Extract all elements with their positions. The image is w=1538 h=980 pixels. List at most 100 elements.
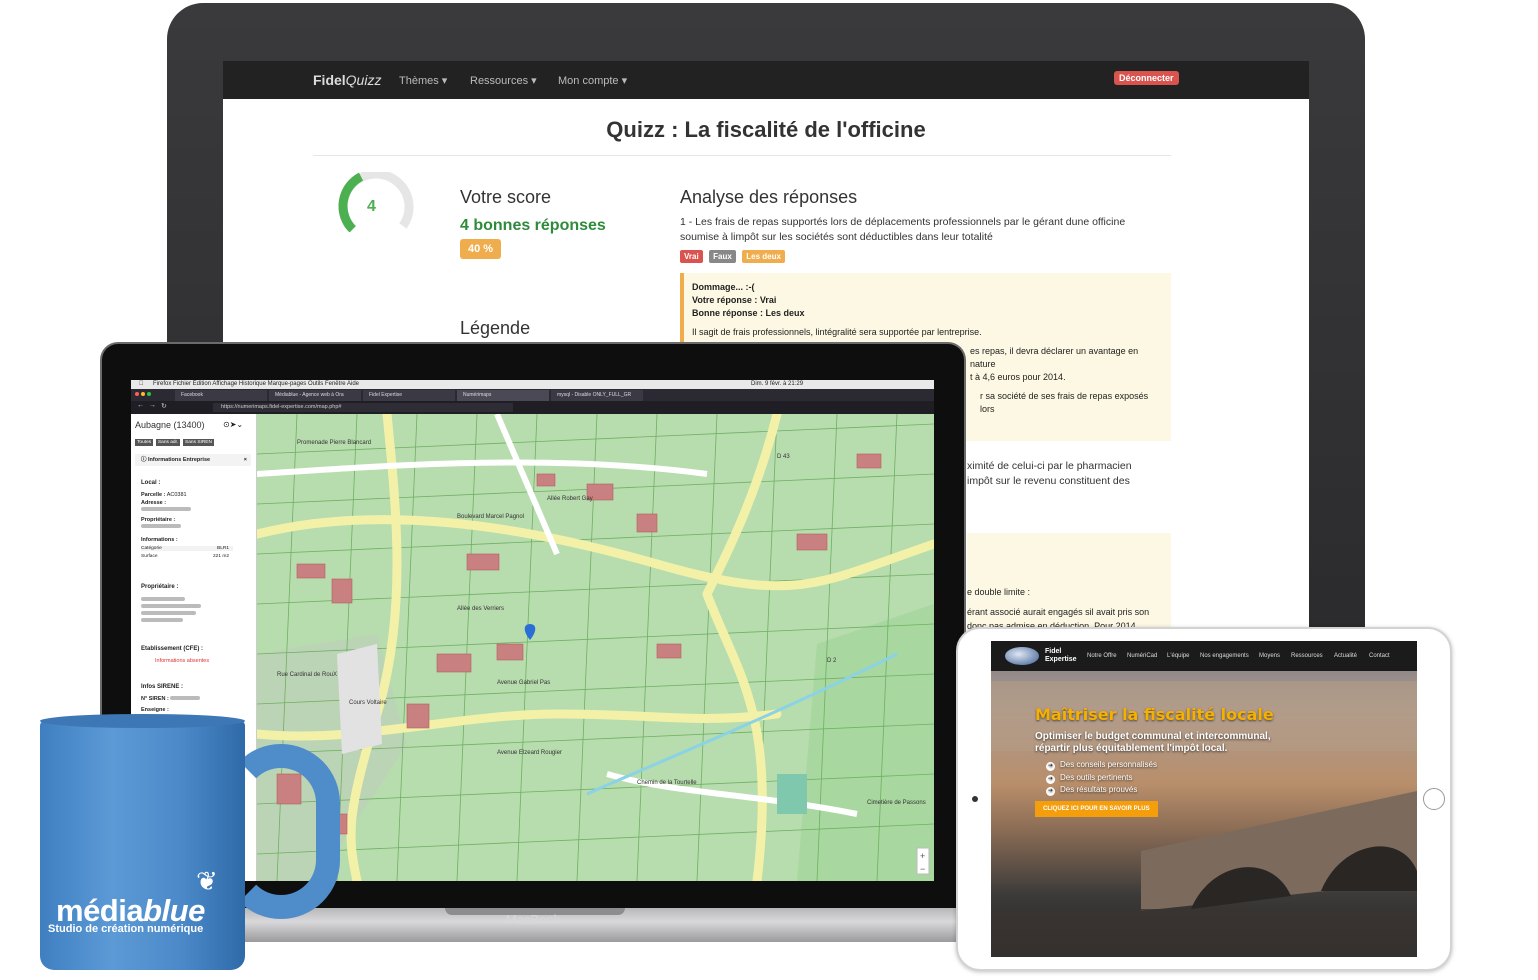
fidel-brand[interactable]: Fidel Expertise bbox=[1045, 648, 1077, 664]
tag-les-deux: Les deux bbox=[742, 250, 785, 263]
info-panel-title: Informations Entreprise bbox=[148, 457, 211, 463]
siren-label: N° SIREN : bbox=[141, 696, 169, 702]
cta-button[interactable]: CLIQUEZ ICI POUR EN SAVOIR PLUS bbox=[1035, 801, 1158, 817]
river-water bbox=[991, 909, 1417, 957]
menu-mon-compte[interactable]: Mon compte ▾ bbox=[558, 74, 627, 87]
browser-tab-mysql[interactable]: mysql - Disable ONLY_FULL_GR bbox=[551, 390, 643, 401]
hero-subheadline: Optimiser le budget communal et intercom… bbox=[1035, 731, 1271, 755]
filter-all-button[interactable]: Toutes bbox=[135, 439, 154, 446]
fidelquizz-navbar: FidelQuizz Thèmes ▾ Ressources ▾ Mon com… bbox=[223, 61, 1309, 99]
browser-tab-fidel[interactable]: Fidel Expertise bbox=[363, 390, 455, 401]
hero-bullets: Des conseils personnalisés Des outils pe… bbox=[1046, 759, 1157, 797]
map-label: Boulevard Marcel Pagnol bbox=[457, 514, 524, 520]
nav-ressources[interactable]: Ressources bbox=[1291, 653, 1323, 659]
browser-tab-facebook[interactable]: Facebook bbox=[175, 390, 267, 401]
fidel-expertise-screen: Fidel Expertise Notre Offre NumériCad L'é… bbox=[991, 641, 1417, 957]
nav-numericad[interactable]: NumériCad bbox=[1127, 653, 1157, 659]
zoom-in-icon[interactable]: + bbox=[920, 851, 925, 861]
parcelle-value: AC0381 bbox=[166, 492, 187, 498]
enseigne-label: Enseigne : bbox=[141, 707, 169, 713]
bullet-item: Des conseils personnalisés bbox=[1046, 759, 1157, 772]
minimize-window-icon[interactable] bbox=[141, 392, 145, 396]
cours-voltaire-plaza bbox=[337, 644, 382, 754]
good-answers: 4 bonnes réponses bbox=[460, 217, 606, 234]
back-icon[interactable]: ← bbox=[137, 402, 144, 409]
park-zone bbox=[797, 604, 934, 881]
nav-contact[interactable]: Contact bbox=[1369, 653, 1390, 659]
tablet-home-button[interactable] bbox=[1423, 788, 1445, 810]
zoom-out-icon[interactable]: − bbox=[920, 864, 925, 874]
nav-notre-offre[interactable]: Notre Offre bbox=[1087, 653, 1117, 659]
answer-tags: Vrai Faux Les deux bbox=[680, 246, 787, 264]
fidel-logo-icon[interactable] bbox=[1005, 647, 1039, 665]
fidelquizz-brand[interactable]: FidelQuizz bbox=[313, 72, 381, 88]
close-icon[interactable]: × bbox=[244, 454, 247, 466]
categorie-label: Catégorie bbox=[141, 546, 162, 551]
hero-subline-1: Optimiser le budget communal et intercom… bbox=[1035, 731, 1271, 742]
menu-ressources[interactable]: Ressources ▾ bbox=[470, 74, 537, 87]
bullet-item: Des outils pertinents bbox=[1046, 772, 1157, 785]
map-canvas[interactable]: Promenade Pierre Blancard Allée Robert G… bbox=[257, 414, 934, 881]
forward-icon[interactable]: → bbox=[149, 402, 156, 409]
filter-no-address-button[interactable]: Sans adr. bbox=[155, 439, 181, 446]
menu-themes[interactable]: Thèmes ▾ bbox=[399, 74, 447, 87]
logout-button[interactable]: Déconnecter bbox=[1114, 71, 1179, 85]
tag-faux: Faux bbox=[709, 250, 736, 263]
url-bar[interactable]: https://numerimaps.fidel-expertise.com/m… bbox=[213, 403, 513, 412]
tag-vrai: Vrai bbox=[680, 250, 703, 263]
blurred-siren bbox=[170, 696, 201, 700]
gauge-value: 4 bbox=[367, 198, 376, 215]
map-label: Cimetière de Passons bbox=[867, 800, 926, 806]
browser-tab-numerimaps[interactable]: Numérimaps bbox=[457, 390, 549, 401]
nav-engagements[interactable]: Nos engagements bbox=[1200, 653, 1249, 659]
informations-absentes: Informations absentes bbox=[155, 658, 210, 664]
apple-icon[interactable]:  bbox=[139, 380, 144, 389]
os-clock: Dim. 9 févr. à 21:29 bbox=[751, 381, 804, 387]
surface-label: Surface bbox=[141, 554, 158, 559]
quiz-title: Quizz : La fiscalité de l'officine bbox=[606, 117, 926, 142]
map-label: Promenade Pierre Blancard bbox=[297, 440, 371, 446]
filter-no-siren-button[interactable]: Sans SIREN bbox=[183, 439, 214, 446]
hero-subline-2: répartir plus équitablement l'impôt loca… bbox=[1035, 743, 1228, 754]
score-heading: Votre score bbox=[460, 187, 552, 207]
box2-line-a: e double limite : bbox=[967, 587, 1031, 597]
hero-headline: Maîtriser la fiscalité locale bbox=[1035, 705, 1274, 724]
locate-icon[interactable]: ⊙➤⌄ bbox=[223, 420, 243, 429]
map-label: Allée Robert Gay bbox=[547, 496, 593, 502]
box2-line-b: érant associé aurait engagés sil avait p… bbox=[967, 607, 1150, 617]
question-2-line-b: impôt sur le revenu constituent des bbox=[967, 475, 1130, 487]
map-label: Allée des Verriers bbox=[457, 606, 504, 612]
map-label: Rue Cardinal de RouX bbox=[277, 672, 337, 678]
title-divider bbox=[313, 155, 1171, 156]
blurred-owner-line-2 bbox=[141, 604, 201, 608]
blurred-owner bbox=[141, 524, 181, 528]
map-label: Chemin de la Tourtelle bbox=[637, 780, 697, 786]
close-window-icon[interactable] bbox=[135, 392, 139, 396]
blurred-address bbox=[141, 507, 191, 511]
parcelle-label: Parcelle : bbox=[141, 492, 166, 498]
adresse-label: Adresse : bbox=[141, 500, 167, 506]
macos-menubar:  Firefox Fichier Édition Affichage Hist… bbox=[131, 380, 934, 389]
proprietaire-label: Propriétaire : bbox=[141, 517, 176, 523]
surface-value: 221 m2 bbox=[213, 554, 229, 559]
pool-area bbox=[777, 774, 807, 814]
nav-moyens[interactable]: Moyens bbox=[1259, 653, 1280, 659]
browser-tabbar: Facebook Médiablue - Agence web à Ora Fi… bbox=[131, 389, 934, 401]
blurred-owner-line-4 bbox=[141, 618, 183, 622]
local-label: Local : bbox=[141, 480, 161, 486]
os-menu[interactable]: Firefox Fichier Édition Affichage Histor… bbox=[153, 381, 359, 387]
hero-background bbox=[991, 681, 1417, 957]
categorie-value: BLR1 bbox=[217, 546, 229, 551]
map-label: D 2 bbox=[827, 658, 837, 664]
feedback-line-2: Votre réponse : Vrai bbox=[692, 295, 777, 305]
reload-icon[interactable]: ↻ bbox=[161, 402, 167, 410]
nav-equipe[interactable]: L'équipe bbox=[1167, 653, 1190, 659]
filter-buttons: Toutes Sans adr. Sans SIREN bbox=[135, 438, 215, 446]
fidel-navbar: Fidel Expertise Notre Offre NumériCad L'é… bbox=[991, 641, 1417, 671]
informations-label: Informations : bbox=[141, 537, 178, 543]
browser-tab-mediablue[interactable]: Médiablue - Agence web à Ora bbox=[269, 390, 361, 401]
maximize-window-icon[interactable] bbox=[147, 392, 151, 396]
browser-toolbar: ← → ↻ https://numerimaps.fidel-expertise… bbox=[131, 401, 934, 414]
nav-actualite[interactable]: Actualité bbox=[1334, 653, 1357, 659]
cadastre-map[interactable]: Promenade Pierre Blancard Allée Robert G… bbox=[257, 414, 934, 881]
